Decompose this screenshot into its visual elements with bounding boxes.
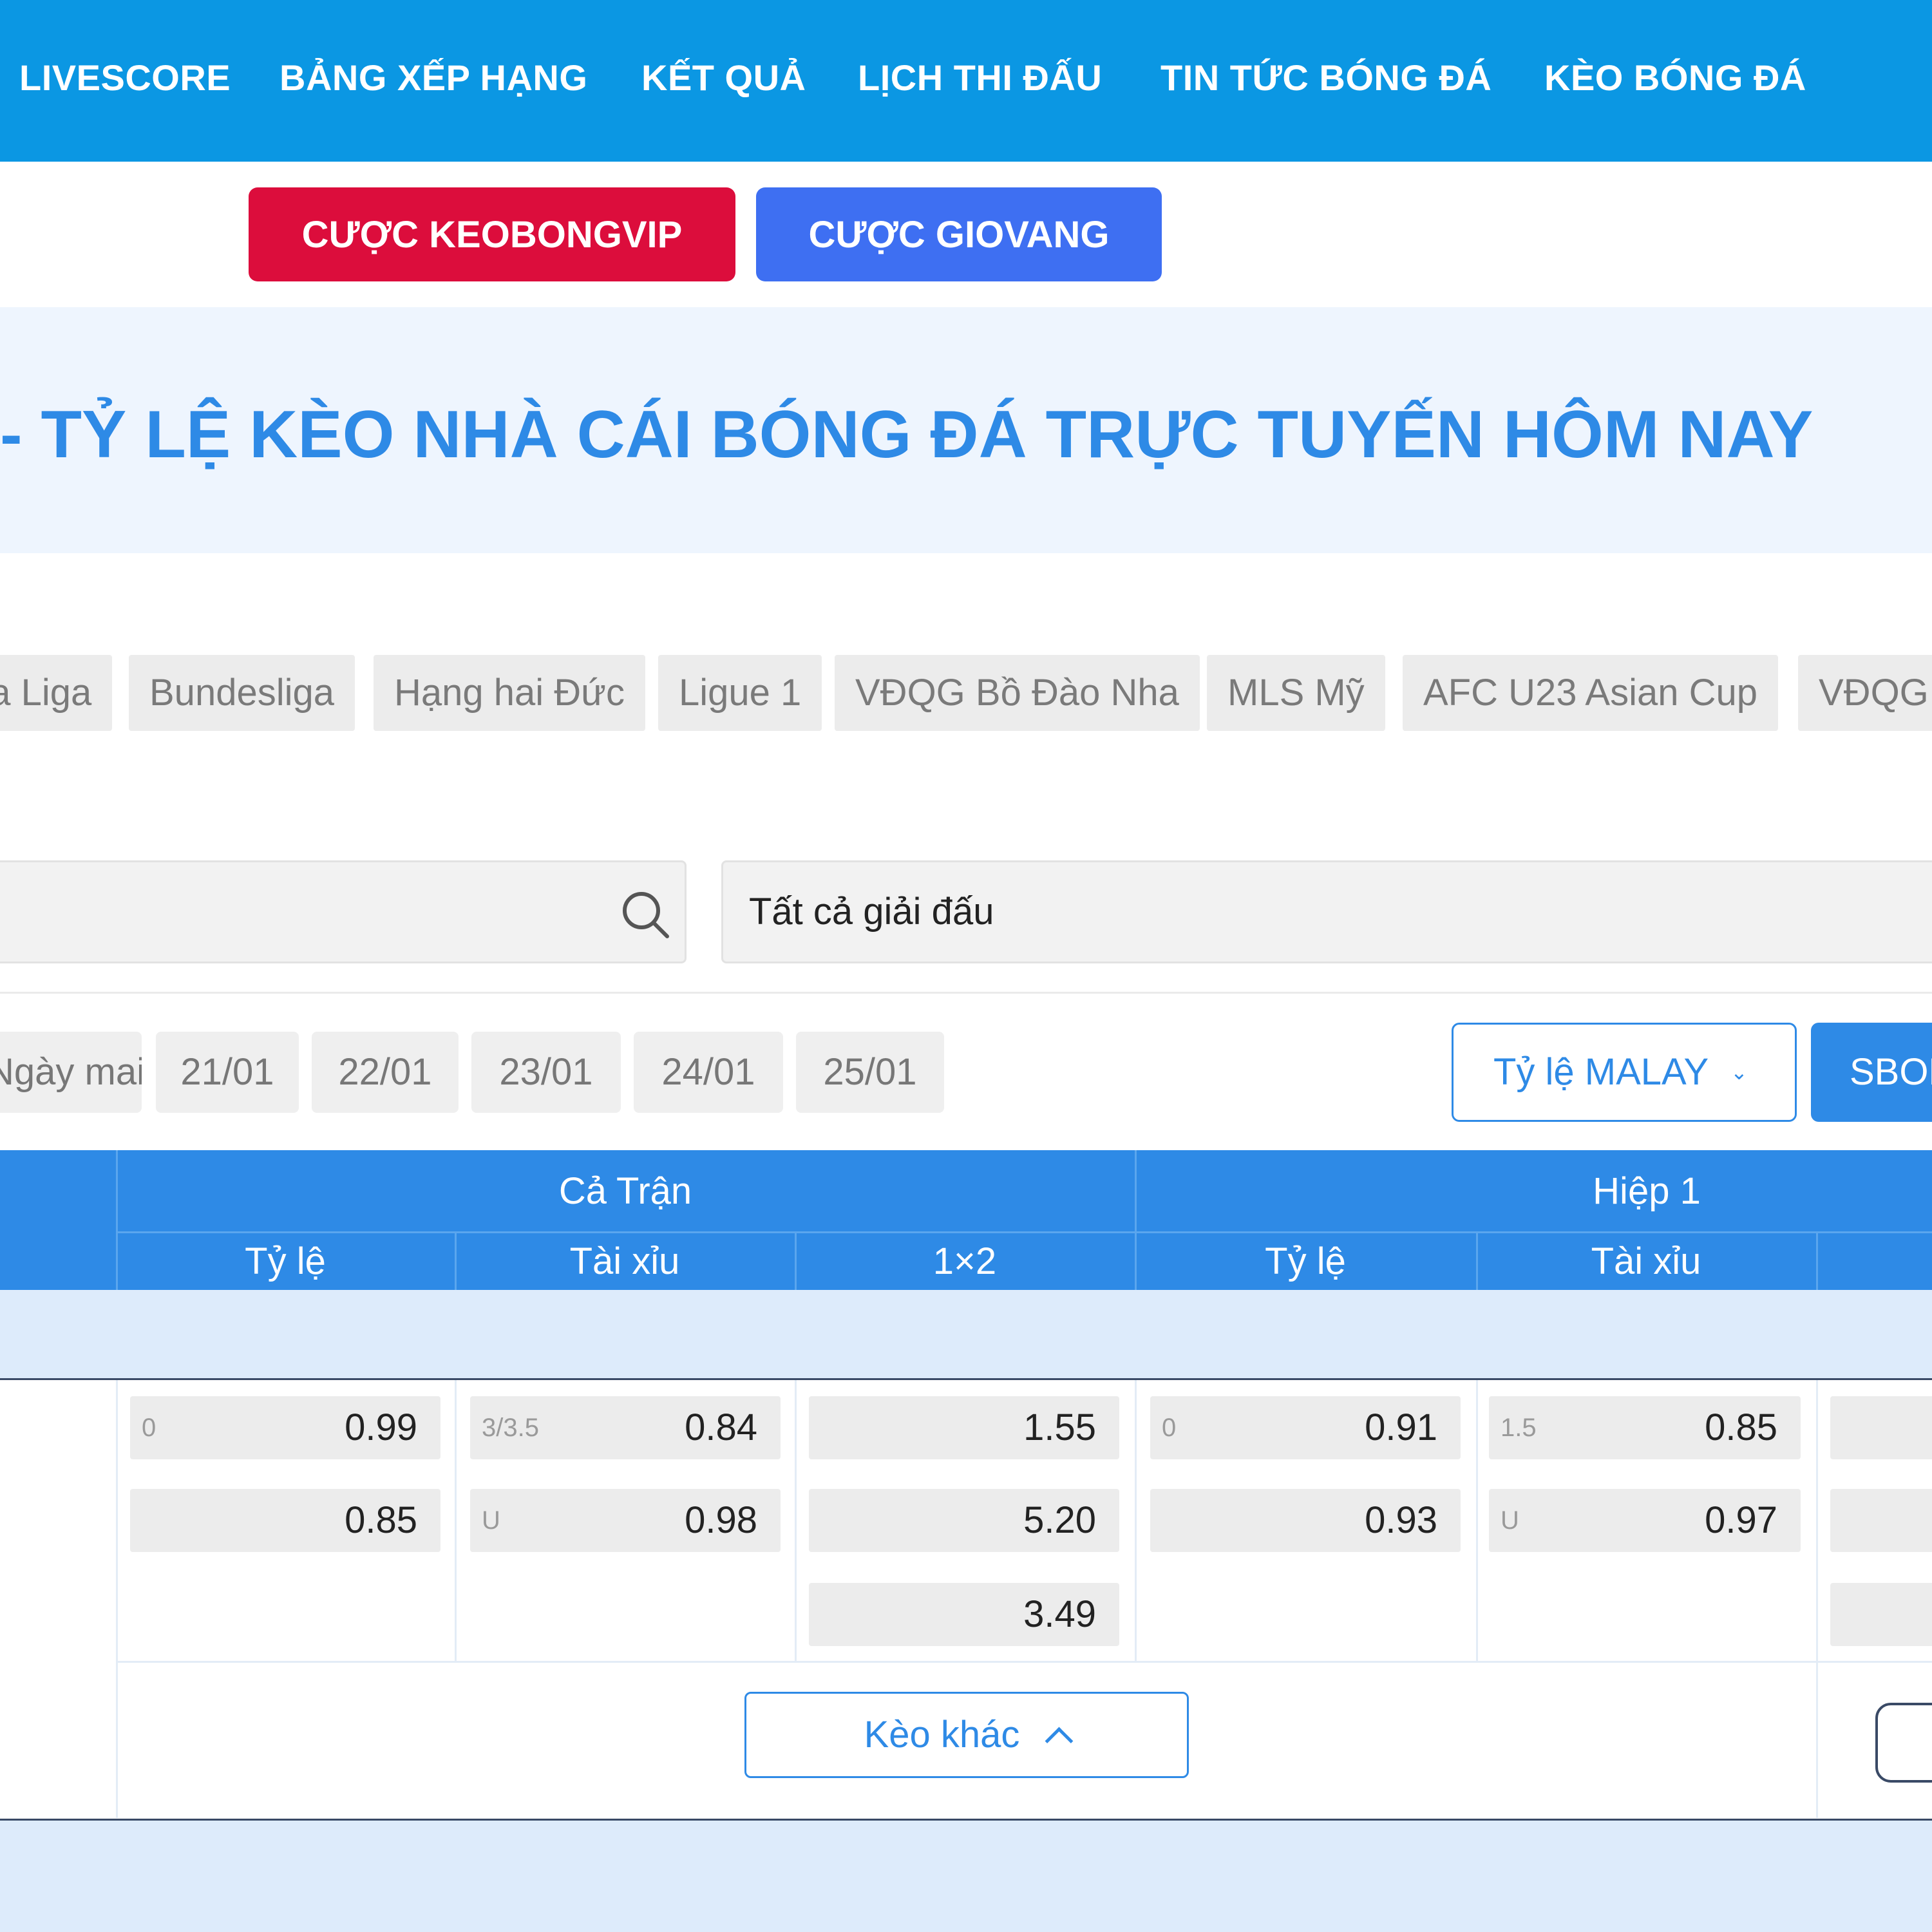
league-tab-bundesliga[interactable]: Bundesliga <box>129 655 355 731</box>
header-h1-over-under: Tài xỉu <box>1591 1240 1701 1282</box>
odds-cell-h1-under[interactable]: U 0.97 <box>1489 1489 1801 1552</box>
more-odds-label: Kèo khác <box>864 1714 1020 1756</box>
col-line <box>455 1380 457 1661</box>
chevron-down-icon: ⌄ <box>1730 1061 1748 1084</box>
user-icon[interactable] <box>1875 1703 1932 1783</box>
under-label: U <box>482 1506 500 1535</box>
league-tab-vdqg[interactable]: VĐQG <box>1798 655 1932 731</box>
odds-value: 0.97 <box>1705 1499 1777 1541</box>
odds-cell-1x2-away[interactable]: 5.20 <box>809 1489 1119 1552</box>
row-divider <box>116 1661 1932 1663</box>
odds-cell-h1-handicap-away[interactable]: 0.93 <box>1150 1489 1461 1552</box>
page-title: - TỶ LỆ KÈO NHÀ CÁI BÓNG ĐÁ TRỰC TUYẾN H… <box>0 397 1814 472</box>
odds-value: 0.91 <box>1365 1406 1437 1448</box>
col-line <box>116 1380 118 1818</box>
odds-value: 5.20 <box>1023 1499 1096 1541</box>
odds-type-dropdown[interactable]: Tỷ lệ MALAY ⌄ <box>1452 1023 1797 1122</box>
odds-cell-h1-1x2-draw[interactable] <box>1830 1583 1932 1646</box>
odds-value: 3.49 <box>1023 1593 1096 1635</box>
league-tab-2-bundesliga[interactable]: Hạng hai Đức <box>374 655 645 731</box>
bookmaker-button[interactable]: SBOBET <box>1811 1023 1932 1122</box>
odds-cell-handicap-home[interactable]: 0 0.99 <box>130 1396 440 1459</box>
nav-item-schedule[interactable]: LỊCH THI ĐẤU <box>858 55 1102 100</box>
handicap-line: 0 <box>1162 1414 1177 1442</box>
odds-type-label: Tỷ lệ MALAY <box>1493 1051 1709 1093</box>
total-line: 1.5 <box>1501 1414 1537 1442</box>
odds-cell-1x2-home[interactable]: 1.55 <box>809 1396 1119 1459</box>
odds-cell-over[interactable]: 3/3.5 0.84 <box>470 1396 781 1459</box>
league-tab-afc-u23[interactable]: AFC U23 Asian Cup <box>1403 655 1779 731</box>
odds-cell-handicap-away[interactable]: 0.85 <box>130 1489 440 1552</box>
odds-value: 1.55 <box>1023 1406 1096 1448</box>
league-tab-mls[interactable]: MLS Mỹ <box>1207 655 1385 731</box>
odds-cell-h1-handicap-home[interactable]: 0 0.91 <box>1150 1396 1461 1459</box>
header-1x2: 1×2 <box>933 1240 997 1282</box>
nav-item-betting-tips[interactable]: KÈO BÓNG ĐÁ <box>1544 55 1806 100</box>
odds-cell-h1-1x2-home[interactable] <box>1830 1396 1932 1459</box>
under-label: U <box>1501 1506 1519 1535</box>
odds-cell-h1-1x2-away[interactable] <box>1830 1489 1932 1552</box>
col-line <box>1476 1380 1478 1661</box>
header-over-under: Tài xỉu <box>569 1240 680 1282</box>
col-line <box>795 1380 797 1661</box>
date-chip-23-01[interactable]: 23/01 <box>471 1032 621 1113</box>
nav-item-livescore[interactable]: LIVESCORE <box>19 55 231 100</box>
odds-value: 0.99 <box>345 1406 417 1448</box>
divider <box>0 992 1932 994</box>
league-tab-ligue-1[interactable]: Ligue 1 <box>658 655 822 731</box>
date-chip-24-01[interactable]: 24/01 <box>634 1032 783 1113</box>
date-chip-tomorrow[interactable]: Ngày mai <box>0 1032 142 1113</box>
search-input[interactable] <box>0 860 687 963</box>
odds-value: 0.85 <box>345 1499 417 1541</box>
league-filter-select[interactable]: Tất cả giải đấu <box>721 860 1932 963</box>
odds-value: 0.93 <box>1365 1499 1437 1541</box>
odds-cell-under[interactable]: U 0.98 <box>470 1489 781 1552</box>
nav-item-results[interactable]: KẾT QUẢ <box>641 55 806 100</box>
date-chip-21-01[interactable]: 21/01 <box>156 1032 299 1113</box>
col-line <box>1135 1380 1137 1661</box>
league-tab-portugal[interactable]: VĐQG Bồ Đào Nha <box>835 655 1200 731</box>
search-icon[interactable] <box>620 889 671 940</box>
header-handicap: Tỷ lệ <box>245 1240 326 1282</box>
league-row <box>0 1290 1932 1378</box>
nav-item-standings[interactable]: BẢNG XẾP HẠNG <box>279 55 587 100</box>
odds-cell-1x2-draw[interactable]: 3.49 <box>809 1583 1119 1646</box>
odds-value: 0.85 <box>1705 1406 1777 1448</box>
date-chip-25-01[interactable]: 25/01 <box>796 1032 944 1113</box>
handicap-line: 0 <box>142 1414 156 1442</box>
league-row <box>0 1821 1932 1932</box>
nav-item-news[interactable]: TIN TỨC BÓNG ĐÁ <box>1160 55 1492 100</box>
bet-giovang-button[interactable]: CƯỢC GIOVANG <box>756 187 1162 281</box>
header-col-line <box>1816 1233 1818 1290</box>
bet-keobongvip-button[interactable]: CƯỢC KEOBONGVIP <box>249 187 735 281</box>
date-chip-22-01[interactable]: 22/01 <box>312 1032 459 1113</box>
header-first-half: Hiệp 1 <box>1593 1170 1701 1212</box>
odds-cell-h1-over[interactable]: 1.5 0.85 <box>1489 1396 1801 1459</box>
odds-value: 0.84 <box>685 1406 757 1448</box>
odds-value: 0.98 <box>685 1499 757 1541</box>
header-full-match: Cả Trận <box>558 1170 692 1212</box>
chevron-up-icon <box>1045 1727 1074 1756</box>
col-line <box>1816 1380 1818 1818</box>
more-odds-button[interactable]: Kèo khác <box>744 1692 1189 1778</box>
total-line: 3/3.5 <box>482 1414 539 1442</box>
row-border <box>0 1378 1932 1380</box>
header-h1-handicap: Tỷ lệ <box>1265 1240 1346 1282</box>
league-tab-la-liga[interactable]: La Liga <box>0 655 113 731</box>
